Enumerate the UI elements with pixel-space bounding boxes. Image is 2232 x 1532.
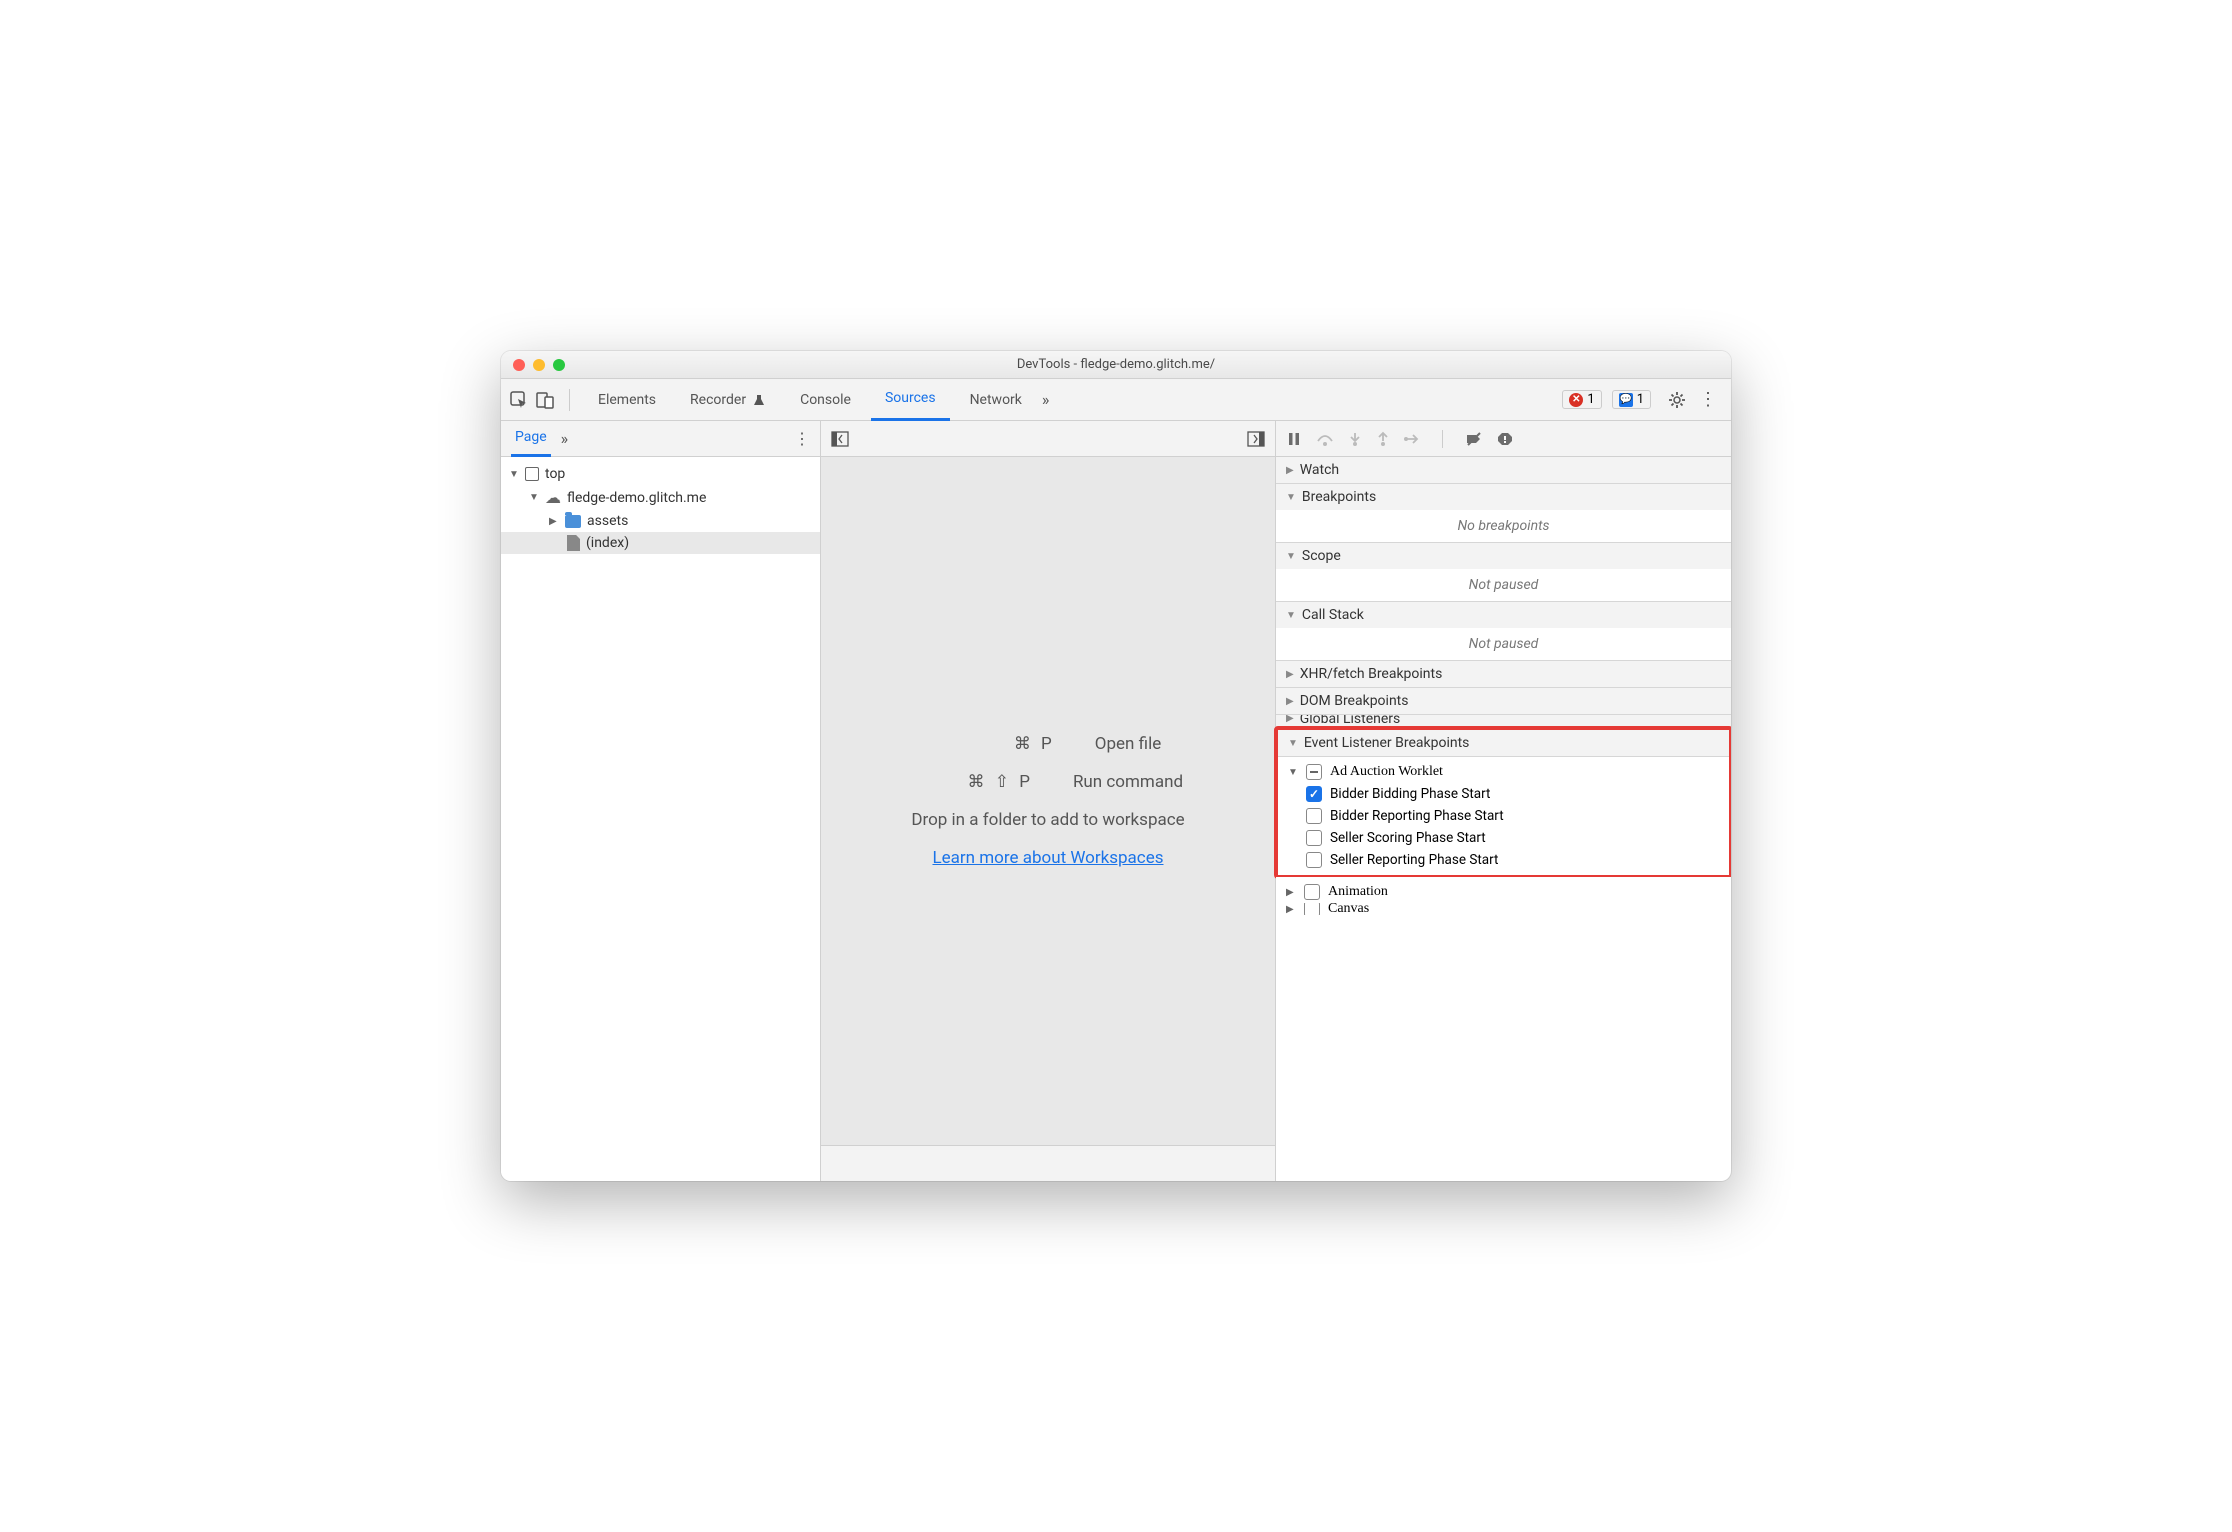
step-into-icon[interactable] (1348, 431, 1362, 447)
step-icon[interactable] (1404, 432, 1420, 446)
traffic-lights (513, 359, 565, 371)
zoom-window-button[interactable] (553, 359, 565, 371)
checkbox-checked-icon[interactable] (1306, 786, 1322, 802)
breakpoints-section[interactable]: Breakpoints (1276, 484, 1731, 510)
checkbox-icon[interactable] (1304, 903, 1320, 915)
device-mode-icon[interactable] (535, 390, 555, 410)
bp-bidder-bidding[interactable]: Bidder Bidding Phase Start (1278, 783, 1729, 805)
tab-sources[interactable]: Sources (871, 379, 950, 421)
deactivate-breakpoints-icon[interactable] (1465, 431, 1483, 447)
scope-section[interactable]: Scope (1276, 543, 1731, 569)
animation-group[interactable]: Animation (1276, 881, 1731, 903)
checkbox-icon[interactable] (1304, 884, 1320, 900)
run-command-label: Run command (1073, 772, 1183, 792)
tab-console[interactable]: Console (786, 379, 865, 421)
tab-recorder[interactable]: Recorder (676, 379, 780, 421)
kebab-menu-icon[interactable]: ⋮ (1699, 389, 1717, 410)
pause-exceptions-icon[interactable] (1497, 431, 1513, 447)
bp-seller-reporting[interactable]: Seller Reporting Phase Start (1278, 849, 1729, 871)
minimize-window-button[interactable] (533, 359, 545, 371)
open-file-shortcut: ⌘ P (935, 734, 1055, 754)
main-toolbar: Elements Recorder Console Sources Networ… (501, 379, 1731, 421)
settings-icon[interactable] (1667, 390, 1687, 410)
nav-menu-icon[interactable]: ⋮ (794, 429, 810, 448)
tree-file-index[interactable]: (index) (501, 532, 820, 554)
xhr-breakpoints-section[interactable]: XHR/fetch Breakpoints (1276, 661, 1731, 687)
window-title: DevTools - fledge-demo.glitch.me/ (501, 357, 1731, 372)
canvas-group[interactable]: Canvas (1276, 903, 1731, 915)
message-badge[interactable]: 💬1 (1612, 390, 1651, 409)
tree-top-frame[interactable]: top (501, 463, 820, 485)
pause-icon[interactable] (1286, 431, 1302, 447)
navigator-tabs: Page » ⋮ (501, 421, 820, 457)
run-command-shortcut: ⌘ ⇧ P (913, 772, 1033, 792)
close-window-button[interactable] (513, 359, 525, 371)
no-breakpoints-label: No breakpoints (1276, 510, 1731, 542)
tree-domain[interactable]: ☁fledge-demo.glitch.me (501, 485, 820, 510)
tab-network[interactable]: Network (956, 379, 1036, 421)
workspaces-learn-link[interactable]: Learn more about Workspaces (932, 848, 1163, 868)
workspace-drop-hint: Drop in a folder to add to workspace (911, 810, 1184, 830)
checkbox-indeterminate-icon[interactable] (1306, 764, 1322, 780)
scope-not-paused: Not paused (1276, 569, 1731, 601)
open-file-label: Open file (1095, 734, 1161, 754)
page-tab[interactable]: Page (511, 421, 551, 457)
editor-placeholder: ⌘ P Open file ⌘ ⇧ P Run command Drop in a … (821, 457, 1275, 1145)
watch-section[interactable]: Watch (1276, 457, 1731, 483)
more-nav-tabs-icon[interactable]: » (561, 429, 569, 448)
debugger-panel: Watch Breakpoints No breakpoints Scope N… (1276, 421, 1731, 1181)
bp-bidder-reporting[interactable]: Bidder Reporting Phase Start (1278, 805, 1729, 827)
inspect-icon[interactable] (509, 390, 529, 410)
callstack-section[interactable]: Call Stack (1276, 602, 1731, 628)
highlight-box: Event Listener Breakpoints Ad Auction Wo… (1274, 726, 1731, 879)
debugger-toolbar (1276, 421, 1731, 457)
checkbox-icon[interactable] (1306, 808, 1322, 824)
error-badge[interactable]: ✕1 (1562, 390, 1601, 409)
step-over-icon[interactable] (1316, 431, 1334, 447)
checkbox-icon[interactable] (1306, 852, 1322, 868)
checkbox-icon[interactable] (1306, 830, 1322, 846)
titlebar: DevTools - fledge-demo.glitch.me/ (501, 351, 1731, 379)
navigator-panel: Page » ⋮ top ☁fledge-demo.glitch.me asse… (501, 421, 821, 1181)
show-navigator-icon[interactable] (831, 431, 849, 447)
devtools-window: DevTools - fledge-demo.glitch.me/ Elemen… (501, 351, 1731, 1181)
bp-seller-scoring[interactable]: Seller Scoring Phase Start (1278, 827, 1729, 849)
show-debugger-icon[interactable] (1247, 431, 1265, 447)
ad-auction-worklet-group[interactable]: Ad Auction Worklet (1278, 761, 1729, 783)
tree-folder-assets[interactable]: assets (501, 510, 820, 532)
step-out-icon[interactable] (1376, 431, 1390, 447)
more-tabs-icon[interactable]: » (1042, 390, 1050, 409)
event-listener-breakpoints-section[interactable]: Event Listener Breakpoints (1278, 730, 1729, 756)
dom-breakpoints-section[interactable]: DOM Breakpoints (1276, 688, 1731, 714)
callstack-not-paused: Not paused (1276, 628, 1731, 660)
file-tree: top ☁fledge-demo.glitch.me assets (index… (501, 457, 820, 1181)
flask-icon (752, 393, 766, 407)
editor-panel: ⌘ P Open file ⌘ ⇧ P Run command Drop in a … (821, 421, 1276, 1181)
tab-elements[interactable]: Elements (584, 379, 670, 421)
